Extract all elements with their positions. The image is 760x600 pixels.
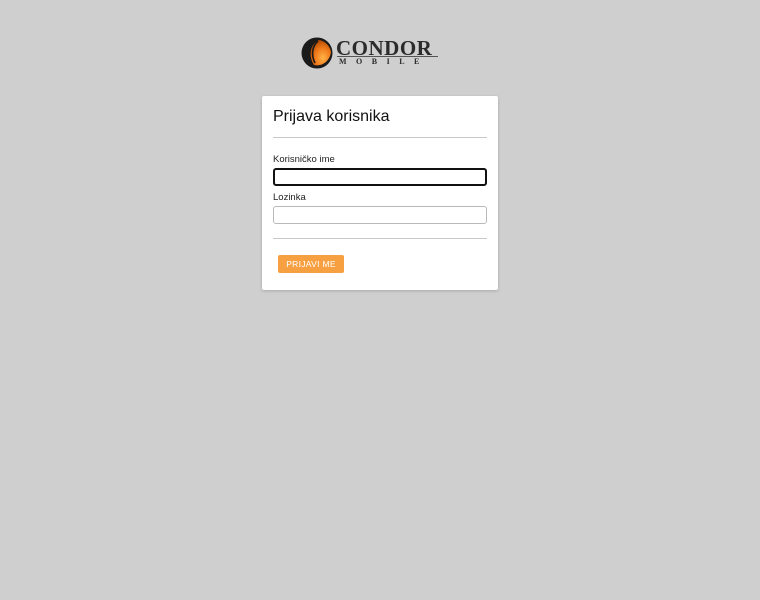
login-submit-button[interactable]: PRIJAVI ME bbox=[278, 255, 344, 273]
login-page: CONDOR MOBILE Prijava korisnika Korisnič… bbox=[0, 0, 760, 600]
logo-tagline: MOBILE bbox=[339, 57, 429, 66]
title-divider bbox=[273, 137, 487, 138]
form-divider bbox=[273, 238, 487, 239]
username-label: Korisničko ime bbox=[273, 154, 335, 165]
password-input[interactable] bbox=[273, 206, 487, 224]
password-label: Lozinka bbox=[273, 192, 306, 203]
condor-mobile-logo: CONDOR MOBILE bbox=[301, 36, 441, 70]
condor-logo-icon bbox=[301, 37, 333, 69]
login-card: Prijava korisnika Korisničko ime Lozinka… bbox=[262, 96, 498, 290]
username-input[interactable] bbox=[273, 168, 487, 186]
login-title: Prijava korisnika bbox=[273, 108, 390, 125]
